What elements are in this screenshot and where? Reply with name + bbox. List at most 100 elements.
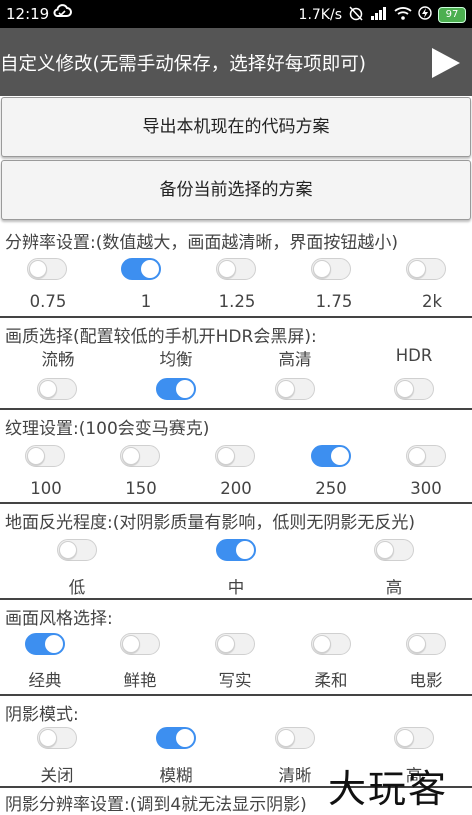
texture-switch-300[interactable]	[406, 445, 446, 467]
resolution-switch-2k[interactable]	[406, 258, 446, 280]
switch-knob	[39, 380, 57, 398]
reflection-switch-mid[interactable]	[216, 539, 256, 561]
reflection-label: 高	[385, 578, 403, 597]
shadow-title: 阴影模式:	[5, 705, 79, 725]
resolution-section: 分辨率设置:(数值越大，画面越清晰，界面按钮越小) 0.75 1 1.25 1.…	[0, 224, 472, 318]
texture-switch-250[interactable]	[311, 445, 351, 467]
reflection-label: 低	[68, 578, 86, 597]
status-bar: 12:19 1.7K/s 97	[0, 0, 472, 28]
switch-knob	[59, 541, 77, 559]
play-icon[interactable]	[428, 46, 462, 80]
quality-switch-hdr[interactable]	[394, 378, 434, 400]
switch-knob	[141, 260, 159, 278]
backup-scheme-button[interactable]: 备份当前选择的方案	[1, 160, 471, 220]
style-section: 画面风格选择: 经典 鲜艳 写实 柔和 电影	[0, 600, 472, 696]
shadow-switch-off[interactable]	[37, 727, 77, 749]
texture-label: 300	[410, 479, 442, 498]
shadow-switch-blur[interactable]	[156, 727, 196, 749]
texture-switch-150[interactable]	[120, 445, 160, 467]
texture-label: 100	[30, 479, 62, 498]
style-switch-soft[interactable]	[311, 633, 351, 655]
resolution-label: 2k	[421, 292, 443, 311]
alarm-off-icon	[348, 5, 364, 25]
switch-knob	[27, 447, 45, 465]
quality-title: 画质选择(配置较低的手机开HDR会黑屏):	[5, 327, 317, 347]
switch-knob	[176, 380, 194, 398]
switch-knob	[236, 541, 254, 559]
switch-knob	[39, 729, 57, 747]
switch-knob	[331, 447, 349, 465]
switch-knob	[29, 260, 47, 278]
texture-switch-200[interactable]	[215, 445, 255, 467]
quality-switch-balanced[interactable]	[156, 378, 196, 400]
reflection-switch-low[interactable]	[57, 539, 97, 561]
style-label: 写实	[218, 671, 252, 690]
style-label: 柔和	[314, 671, 348, 690]
texture-label: 200	[220, 479, 252, 498]
switch-knob	[122, 447, 140, 465]
switch-knob	[408, 260, 426, 278]
style-switch-vivid[interactable]	[120, 633, 160, 655]
texture-section: 纹理设置:(100会变马赛克) 100 150 200 250 300	[0, 410, 472, 504]
quality-switch-smooth[interactable]	[37, 378, 77, 400]
style-switch-realistic[interactable]	[215, 633, 255, 655]
resolution-switch-0.75[interactable]	[27, 258, 67, 280]
shadow-label: 关闭	[40, 766, 74, 785]
switch-knob	[376, 541, 394, 559]
network-speed: 1.7K/s	[298, 7, 342, 23]
shadow-label: 清晰	[278, 766, 312, 785]
switch-knob	[45, 635, 63, 653]
quality-switch-hd[interactable]	[275, 378, 315, 400]
shadow-switch-clear[interactable]	[275, 727, 315, 749]
switch-knob	[396, 729, 414, 747]
style-label: 鲜艳	[123, 671, 157, 690]
resolution-label: 1.25	[218, 292, 256, 311]
reflection-section: 地面反光程度:(对阴影质量有影响，低则无阴影无反光) 低 中 高	[0, 504, 472, 600]
switch-knob	[217, 447, 235, 465]
switch-knob	[218, 260, 236, 278]
switch-knob	[217, 635, 235, 653]
shadow-resolution-title: 阴影分辨率设置:(调到4就无法显示阴影)	[5, 795, 307, 815]
status-time: 12:19	[6, 5, 50, 23]
reflection-switch-high[interactable]	[374, 539, 414, 561]
switch-knob	[408, 635, 426, 653]
app-header: 自定义修改(无需手动保存，选择好每项即可)	[0, 28, 472, 96]
reflection-title: 地面反光程度:(对阴影质量有影响，低则无阴影无反光)	[5, 513, 415, 533]
resolution-switch-1.25[interactable]	[216, 258, 256, 280]
style-label: 电影	[409, 671, 443, 690]
texture-title: 纹理设置:(100会变马赛克)	[5, 419, 210, 439]
charging-icon	[418, 6, 432, 24]
texture-label: 150	[125, 479, 157, 498]
style-switch-movie[interactable]	[406, 633, 446, 655]
switch-knob	[408, 447, 426, 465]
style-title: 画面风格选择:	[5, 609, 113, 629]
resolution-label: 0.75	[29, 292, 67, 311]
resolution-switch-1.75[interactable]	[311, 258, 351, 280]
resolution-title: 分辨率设置:(数值越大，画面越清晰，界面按钮越小)	[5, 233, 398, 253]
shadow-switch-high[interactable]	[394, 727, 434, 749]
switch-knob	[313, 260, 331, 278]
resolution-label: 1	[140, 292, 152, 311]
watermark-logo: 大玩客	[328, 767, 449, 811]
switch-knob	[277, 380, 295, 398]
page-title: 自定义修改(无需手动保存，选择好每项即可)	[0, 54, 366, 75]
shadow-label: 模糊	[159, 766, 193, 785]
style-label: 经典	[28, 671, 62, 690]
export-scheme-button[interactable]: 导出本机现在的代码方案	[1, 97, 471, 157]
texture-switch-100[interactable]	[25, 445, 65, 467]
style-switch-classic[interactable]	[25, 633, 65, 655]
battery-icon: 97	[438, 7, 466, 23]
quality-label: 流畅	[41, 350, 75, 369]
switch-knob	[277, 729, 295, 747]
wifi-icon	[394, 6, 412, 24]
resolution-label: 1.75	[315, 292, 353, 311]
quality-label: HDR	[395, 346, 433, 365]
switch-knob	[122, 635, 140, 653]
resolution-switch-1[interactable]	[121, 258, 161, 280]
texture-label: 250	[315, 479, 347, 498]
signal-icon	[370, 6, 388, 24]
reflection-label: 中	[227, 578, 245, 597]
switch-knob	[396, 380, 414, 398]
quality-label: 均衡	[159, 350, 193, 369]
quality-section: 画质选择(配置较低的手机开HDR会黑屏): 流畅 均衡 高清 HDR	[0, 318, 472, 410]
